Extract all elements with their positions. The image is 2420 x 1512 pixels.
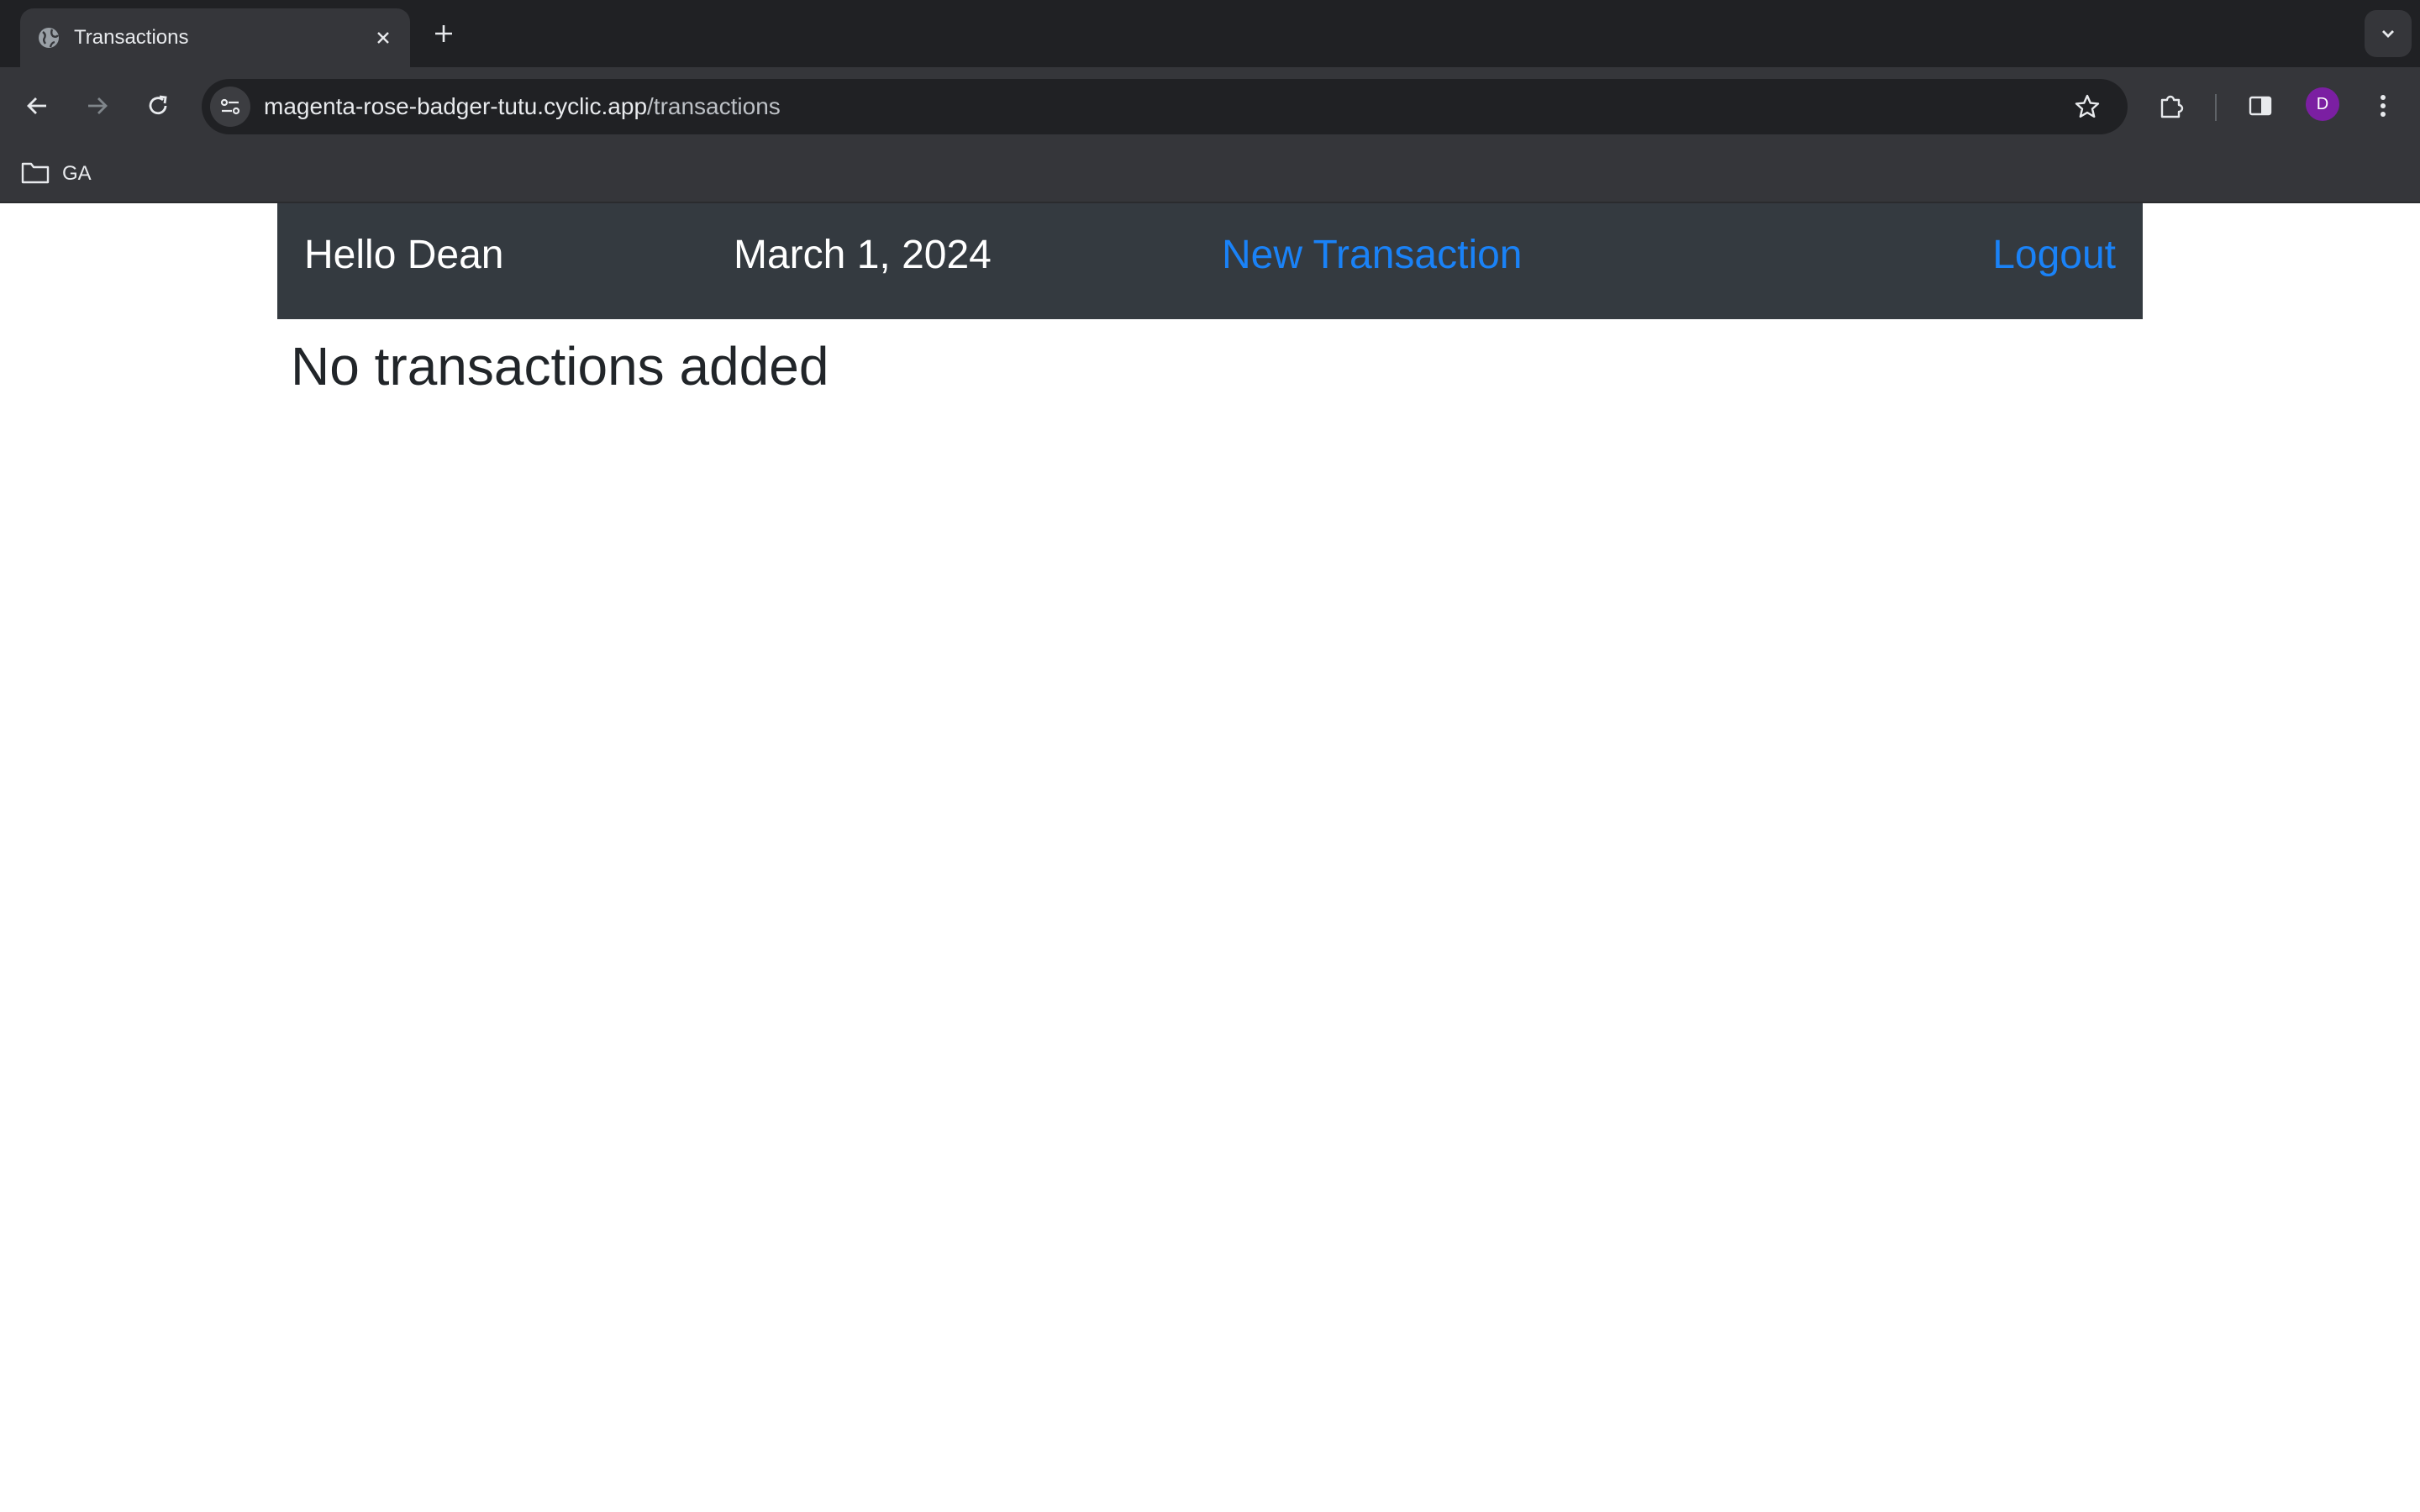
tab-title: Transactions	[74, 26, 189, 49]
globe-icon	[35, 24, 62, 51]
bookmark-folder-ga[interactable]: GA	[20, 156, 92, 192]
toolbar-divider	[2215, 94, 2217, 121]
url-host: magenta-rose-badger-tutu.cyclic.app	[264, 93, 648, 119]
empty-state-heading: No transactions added	[291, 336, 829, 396]
site-settings-icon[interactable]	[210, 87, 250, 127]
tab-strip: Transactions	[0, 0, 2420, 67]
extensions-puzzle-icon[interactable]	[2151, 86, 2191, 126]
plus-icon[interactable]	[427, 17, 460, 50]
reload-icon[interactable]	[138, 86, 178, 126]
logout-link[interactable]: Logout	[1992, 203, 2116, 307]
browser-tab[interactable]: Transactions	[20, 8, 410, 67]
bookmarks-bar: GA	[0, 144, 2420, 203]
app-navbar: Hello Dean March 1, 2024 New Transaction…	[277, 203, 2143, 319]
chevron-down-icon[interactable]	[2365, 10, 2412, 57]
url-text: magenta-rose-badger-tutu.cyclic.app/tran…	[264, 79, 781, 134]
back-arrow-icon[interactable]	[17, 86, 57, 126]
bookmark-star-icon[interactable]	[2069, 88, 2106, 125]
greeting-text: Hello Dean	[304, 233, 504, 277]
browser-toolbar: magenta-rose-badger-tutu.cyclic.app/tran…	[0, 67, 2420, 144]
url-path: /transactions	[647, 93, 781, 119]
more-menu-icon[interactable]	[2363, 86, 2403, 126]
address-bar[interactable]: magenta-rose-badger-tutu.cyclic.app/tran…	[202, 79, 2128, 134]
profile-avatar[interactable]: D	[2306, 87, 2339, 121]
bookmark-label: GA	[62, 162, 92, 185]
close-icon[interactable]	[370, 24, 397, 51]
forward-arrow-icon[interactable]	[77, 86, 118, 126]
side-panel-icon[interactable]	[2240, 86, 2281, 126]
new-transaction-link[interactable]: New Transaction	[1222, 203, 1523, 307]
current-date: March 1, 2024	[734, 233, 992, 277]
folder-icon	[20, 160, 50, 189]
